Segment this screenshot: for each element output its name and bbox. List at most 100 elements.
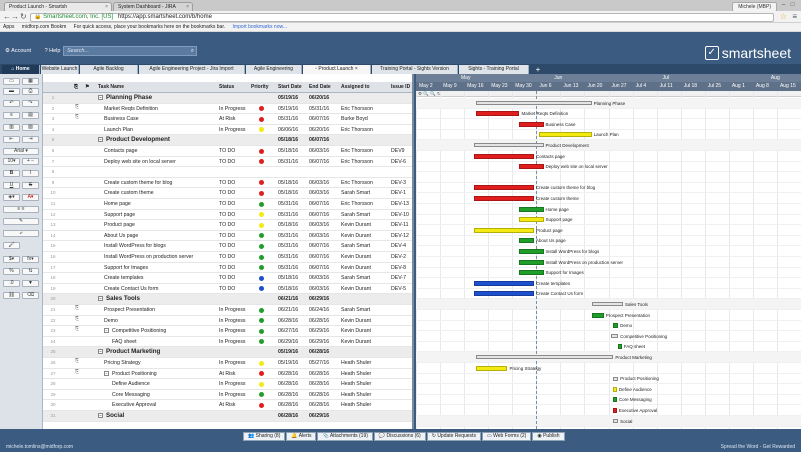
start-date-cell[interactable]: 05/31/16: [278, 263, 308, 273]
table-row[interactable]: 6 Contacts page TO DO 05/18/16 06/03/16 Eric …: [43, 146, 412, 157]
assigned-to-cell[interactable]: Heath Shuler: [341, 390, 389, 400]
gantt-summary-bar[interactable]: [476, 355, 614, 360]
issue-id-cell[interactable]: [391, 358, 412, 368]
alerts-button[interactable]: 🔔 Alerts: [286, 432, 317, 441]
table-row[interactable]: 29 Core Messaging In Progress 06/28/16 06/28…: [43, 390, 412, 401]
collapse-icon[interactable]: −: [98, 137, 103, 143]
priority-cell[interactable]: [256, 199, 268, 209]
task-name-cell[interactable]: [98, 167, 216, 177]
section-row[interactable]: 5 − Product Development 05/18/16 06/07/16: [43, 135, 412, 146]
gantt-task-bar[interactable]: [519, 259, 544, 265]
priority-cell[interactable]: [256, 400, 268, 410]
end-date-cell[interactable]: 06/28/16: [309, 369, 340, 379]
end-date-cell[interactable]: 06/28/16: [309, 316, 340, 326]
attachment-icon[interactable]: ⎘: [75, 305, 79, 311]
browser-tab-product-launch[interactable]: Product Launch - Smartsh ×: [4, 2, 112, 11]
function-icon[interactable]: fx▾: [22, 256, 39, 263]
publish-button[interactable]: ◉ Publish: [532, 432, 565, 441]
start-date-cell[interactable]: 06/21/16: [278, 305, 308, 315]
align-icon[interactable]: ≡ ≡: [3, 206, 39, 213]
gantt-task-bar[interactable]: [538, 132, 592, 138]
table-row[interactable]: 7 Deploy web site on local server TO DO 05/…: [43, 157, 412, 168]
row-number[interactable]: 20: [43, 294, 63, 304]
issue-id-cell[interactable]: [391, 400, 412, 410]
row-number[interactable]: 2: [43, 104, 63, 114]
spread-the-word-link[interactable]: Spread the Word - Get Rewarded: [721, 444, 795, 450]
start-date-cell[interactable]: 06/28/16: [278, 379, 308, 389]
status-cell[interactable]: In Progress: [219, 379, 253, 389]
end-date-cell[interactable]: 06/20/16: [309, 125, 340, 135]
end-date-cell[interactable]: 06/07/16: [309, 252, 340, 262]
issue-id-cell[interactable]: [391, 337, 412, 347]
column-header-end[interactable]: End Date: [309, 82, 331, 93]
issue-id-cell[interactable]: [391, 379, 412, 389]
gantt-task-bar[interactable]: [476, 365, 508, 371]
calendar-mode-icon[interactable]: ▥: [3, 124, 20, 131]
tab-agile-engineering[interactable]: Agile Engineering: [246, 65, 302, 74]
status-cell[interactable]: [219, 93, 253, 103]
task-name-cell[interactable]: Create Contact Us form: [98, 284, 216, 294]
end-date-cell[interactable]: 06/07/16: [309, 241, 340, 251]
gantt-task-bar[interactable]: [473, 291, 534, 297]
status-cell[interactable]: In Progress: [219, 125, 253, 135]
card-mode-icon[interactable]: ▧: [22, 124, 39, 131]
collapse-icon[interactable]: −: [104, 370, 109, 376]
end-date-cell[interactable]: 06/03/16: [309, 284, 340, 294]
start-date-cell[interactable]: 05/31/16: [278, 157, 308, 167]
issue-id-cell[interactable]: [391, 369, 412, 379]
gantt-task-bar[interactable]: [519, 238, 534, 244]
issue-id-cell[interactable]: [391, 135, 412, 145]
assigned-to-cell[interactable]: Kevin Durant: [341, 284, 389, 294]
column-header-task[interactable]: Task Name: [98, 82, 124, 93]
status-cell[interactable]: TO DO: [219, 210, 253, 220]
priority-cell[interactable]: [256, 263, 268, 273]
assigned-to-cell[interactable]: Eric Thorsson: [341, 178, 389, 188]
assigned-to-cell[interactable]: Eric Thorsson: [341, 199, 389, 209]
assigned-to-cell[interactable]: Burke Boyd: [341, 114, 389, 124]
section-row[interactable]: 25 − Product Marketing 05/19/16 06/28/16: [43, 347, 412, 358]
assigned-to-cell[interactable]: Sarah Smart: [341, 210, 389, 220]
new-row-icon[interactable]: ▭: [3, 78, 20, 85]
start-date-cell[interactable]: 06/28/16: [278, 390, 308, 400]
tab-training-portal-sights[interactable]: Training Portal - Sights Version: [372, 65, 458, 74]
priority-cell[interactable]: [256, 326, 268, 336]
filter-icon[interactable]: ▼: [22, 280, 39, 287]
assigned-to-cell[interactable]: [341, 167, 389, 177]
start-date-cell[interactable]: 06/28/16: [278, 400, 308, 410]
status-cell[interactable]: In Progress: [219, 337, 253, 347]
table-row[interactable]: 4 Launch Plan In Progress 06/06/16 06/20/16 E…: [43, 125, 412, 136]
assigned-to-cell[interactable]: Eric Thorsson: [341, 146, 389, 156]
assigned-to-cell[interactable]: Kevin Durant: [341, 231, 389, 241]
priority-cell[interactable]: [256, 178, 268, 188]
end-date-cell[interactable]: 06/29/16: [309, 294, 340, 304]
row-number[interactable]: 30: [43, 400, 63, 410]
issue-id-cell[interactable]: [391, 93, 412, 103]
gantt-task-bar[interactable]: [613, 407, 617, 413]
bookmark-star-icon[interactable]: ☆: [780, 13, 787, 21]
start-date-cell[interactable]: 05/31/16: [278, 210, 308, 220]
row-number[interactable]: 18: [43, 273, 63, 283]
minimize-icon[interactable]: –: [780, 2, 787, 8]
add-tab-button[interactable]: +: [532, 65, 544, 74]
issue-id-cell[interactable]: DEV-11: [391, 220, 412, 230]
priority-cell[interactable]: [256, 146, 268, 156]
priority-cell[interactable]: [256, 358, 268, 368]
start-date-cell[interactable]: 06/28/16: [278, 411, 308, 421]
task-name-cell[interactable]: Support page: [98, 210, 216, 220]
row-number[interactable]: 12: [43, 210, 63, 220]
start-date-cell[interactable]: 06/28/16: [278, 369, 308, 379]
end-date-cell[interactable]: 06/07/16: [309, 199, 340, 209]
issue-id-cell[interactable]: DEV-1: [391, 188, 412, 198]
issue-id-cell[interactable]: [391, 316, 412, 326]
attachment-icon[interactable]: ⎘: [75, 326, 79, 332]
status-cell[interactable]: [219, 167, 253, 177]
table-row[interactable]: 17 Support for Images TO DO 05/31/16 06/07/1…: [43, 263, 412, 274]
priority-cell[interactable]: [256, 305, 268, 315]
priority-cell[interactable]: [256, 390, 268, 400]
end-date-cell[interactable]: 06/03/16: [309, 220, 340, 230]
row-number[interactable]: 7: [43, 157, 63, 167]
assigned-to-cell[interactable]: Kevin Durant: [341, 220, 389, 230]
browser-menu-icon[interactable]: ≡: [792, 13, 797, 21]
sharing-button[interactable]: 👥 Sharing (8): [243, 432, 286, 441]
status-cell[interactable]: At Risk: [219, 369, 253, 379]
